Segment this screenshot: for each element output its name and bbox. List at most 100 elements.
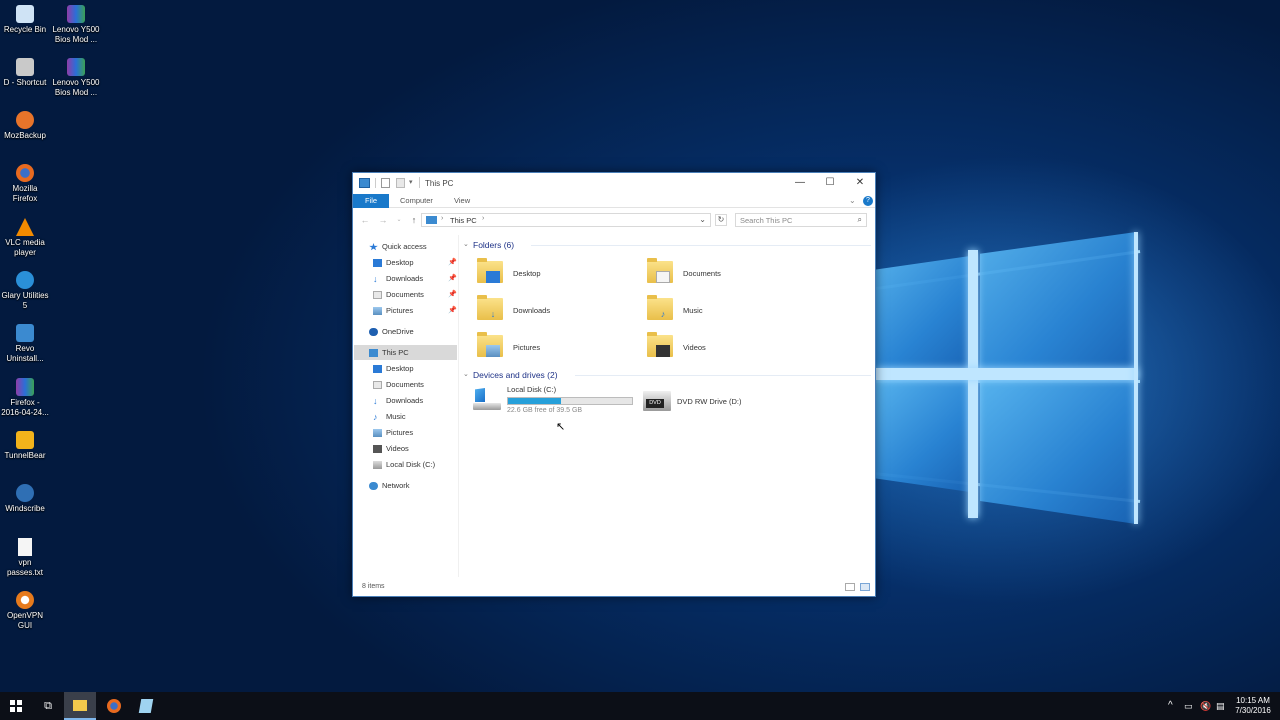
- breadcrumb-chevron-icon[interactable]: ›: [482, 215, 484, 222]
- documents-icon: [373, 381, 382, 390]
- back-arrow-icon[interactable]: ←: [359, 214, 371, 226]
- logo-edge: [1134, 232, 1138, 524]
- large-icons-view-icon[interactable]: [860, 583, 870, 591]
- desktop-icon-lenovo-bios-1[interactable]: Lenovo Y500 Bios Mod ...: [51, 5, 101, 44]
- nav-pc-pictures[interactable]: Pictures: [373, 425, 413, 440]
- volume-muted-icon[interactable]: 🔇: [1200, 692, 1211, 720]
- nav-pc-downloads[interactable]: ↓ Downloads: [373, 393, 423, 408]
- desktop-icon-revo[interactable]: Revo Uninstall...: [0, 324, 50, 363]
- clock[interactable]: 10:15 AM 7/30/2016: [1230, 696, 1276, 716]
- nav-pc-local-disk[interactable]: Local Disk (C:): [373, 457, 435, 472]
- desktop-folder-icon: [477, 258, 503, 283]
- devices-group-header[interactable]: Devices and drives (2): [473, 369, 558, 381]
- network-icon: [369, 482, 378, 491]
- up-arrow-icon[interactable]: ↑: [408, 214, 420, 226]
- drive-free-space: 22.6 GB free of 39.5 GB: [507, 407, 583, 414]
- search-icon[interactable]: ⌕: [858, 215, 862, 225]
- nav-quick-access[interactable]: Quick access: [369, 239, 427, 254]
- folder-tile-videos[interactable]: Videos: [647, 332, 807, 363]
- separator: [375, 178, 376, 188]
- details-view-icon[interactable]: [845, 583, 855, 591]
- mozbackup-icon: [16, 111, 34, 129]
- music-folder-icon: ♪: [647, 295, 673, 320]
- nav-pc-desktop[interactable]: Desktop: [373, 361, 414, 376]
- collapse-chevron-icon[interactable]: ⌄: [463, 239, 469, 251]
- nav-qa-desktop[interactable]: Desktop 📌: [373, 255, 457, 270]
- winrar-archive-icon: [16, 378, 34, 396]
- nav-this-pc[interactable]: This PC: [354, 345, 457, 360]
- documents-folder-icon: [647, 258, 673, 283]
- breadcrumb-this-pc[interactable]: This PC: [450, 216, 477, 225]
- desktop-icon-tunnelbear[interactable]: TunnelBear: [0, 431, 50, 461]
- start-button[interactable]: [0, 692, 32, 720]
- taskbar-firefox[interactable]: [98, 692, 130, 720]
- collapse-chevron-icon[interactable]: ⌄: [463, 369, 469, 381]
- revo-uninstaller-icon: [16, 324, 34, 342]
- nav-pc-videos[interactable]: Videos: [373, 441, 409, 456]
- show-hidden-icons-chevron-icon[interactable]: ^: [1168, 692, 1173, 720]
- desktop-icon: [373, 259, 382, 268]
- desktop-icon-vlc[interactable]: VLC media player: [0, 218, 50, 257]
- window-title: This PC: [425, 179, 454, 188]
- nav-label: Documents: [386, 290, 424, 299]
- desktop-icon-windscribe[interactable]: Windscribe: [0, 484, 50, 514]
- folder-tile-downloads[interactable]: ↓ Downloads: [477, 295, 637, 326]
- nav-label: Pictures: [386, 428, 414, 437]
- network-icon[interactable]: ▭: [1184, 692, 1193, 720]
- nav-pc-music[interactable]: ♪ Music: [373, 409, 406, 424]
- nav-label: Desktop: [386, 364, 414, 373]
- desktop-icon-mozbackup[interactable]: MozBackup: [0, 111, 50, 141]
- folder-label: Videos: [683, 343, 706, 352]
- nav-onedrive[interactable]: OneDrive: [369, 324, 414, 339]
- taskbar-notepad[interactable]: [130, 692, 162, 720]
- title-bar[interactable]: ▾ This PC — ☐ ✕: [353, 173, 875, 193]
- tab-file[interactable]: File: [353, 194, 389, 208]
- desktop-icon-lenovo-bios-2[interactable]: Lenovo Y500 Bios Mod ...: [51, 58, 101, 97]
- nav-pc-documents[interactable]: Documents: [373, 377, 424, 392]
- folders-group-header[interactable]: Folders (6): [473, 239, 514, 251]
- recent-locations-chevron-icon[interactable]: ⌄: [393, 214, 405, 226]
- folder-tile-music[interactable]: ♪ Music: [647, 295, 807, 326]
- drive-tile-local-disk[interactable]: Local Disk (C:) 22.6 GB free of 39.5 GB: [473, 385, 637, 415]
- folder-tile-desktop[interactable]: Desktop: [477, 258, 637, 289]
- desktop-icon-firefox[interactable]: Mozilla Firefox: [0, 164, 50, 203]
- folder-tile-pictures[interactable]: Pictures: [477, 332, 637, 363]
- search-input[interactable]: Search This PC ⌕: [735, 213, 867, 227]
- nav-qa-downloads[interactable]: ↓ Downloads 📌: [373, 271, 457, 286]
- desktop-icon-d-shortcut[interactable]: D - Shortcut: [0, 58, 50, 88]
- refresh-icon[interactable]: ↻: [715, 214, 727, 226]
- tab-view[interactable]: View: [454, 194, 470, 208]
- new-folder-icon[interactable]: [396, 178, 405, 188]
- address-dropdown-icon[interactable]: ⌄: [699, 215, 706, 224]
- folder-tile-documents[interactable]: Documents: [647, 258, 807, 289]
- text-file-icon: [18, 538, 32, 556]
- close-button[interactable]: ✕: [845, 173, 875, 193]
- desktop-icon-recycle-bin[interactable]: Recycle Bin: [0, 5, 50, 35]
- desktop-icon-firefox-archive[interactable]: Firefox - 2016-04-24...: [0, 378, 50, 417]
- properties-icon[interactable]: [381, 178, 390, 188]
- desktop-icon-label: Recycle Bin: [3, 25, 47, 34]
- drive-label: DVD RW Drive (D:): [677, 397, 742, 406]
- desktop-icon-openvpn[interactable]: OpenVPN GUI: [0, 591, 50, 630]
- minimize-button[interactable]: —: [785, 173, 815, 193]
- desktop-icon-glary[interactable]: Glary Utilities 5: [0, 271, 50, 310]
- task-view-button[interactable]: ⧉: [32, 692, 64, 720]
- address-bar[interactable]: › This PC › ⌄: [421, 213, 711, 227]
- firefox-icon: [107, 699, 121, 713]
- nav-qa-documents[interactable]: Documents 📌: [373, 287, 457, 302]
- tab-computer[interactable]: Computer: [400, 194, 433, 208]
- clock-time: 10:15 AM: [1236, 696, 1270, 705]
- nav-network[interactable]: Network: [369, 478, 410, 493]
- folder-label: Pictures: [513, 343, 541, 352]
- taskbar-file-explorer[interactable]: [64, 692, 96, 720]
- drive-tile-dvd[interactable]: DVD DVD RW Drive (D:): [643, 387, 773, 417]
- help-icon[interactable]: ?: [863, 196, 873, 206]
- forward-arrow-icon[interactable]: →: [377, 214, 389, 226]
- action-center-icon[interactable]: ▤: [1216, 692, 1225, 720]
- maximize-button[interactable]: ☐: [815, 173, 845, 193]
- quick-access-toolbar-dropdown-icon[interactable]: ▾: [409, 178, 413, 186]
- desktop-icon-vpn-passes[interactable]: vpn passes.txt: [0, 538, 50, 577]
- nav-qa-pictures[interactable]: Pictures 📌: [373, 303, 457, 318]
- expand-ribbon-icon[interactable]: ⌄: [849, 196, 856, 205]
- windows-logo-icon: [10, 700, 22, 712]
